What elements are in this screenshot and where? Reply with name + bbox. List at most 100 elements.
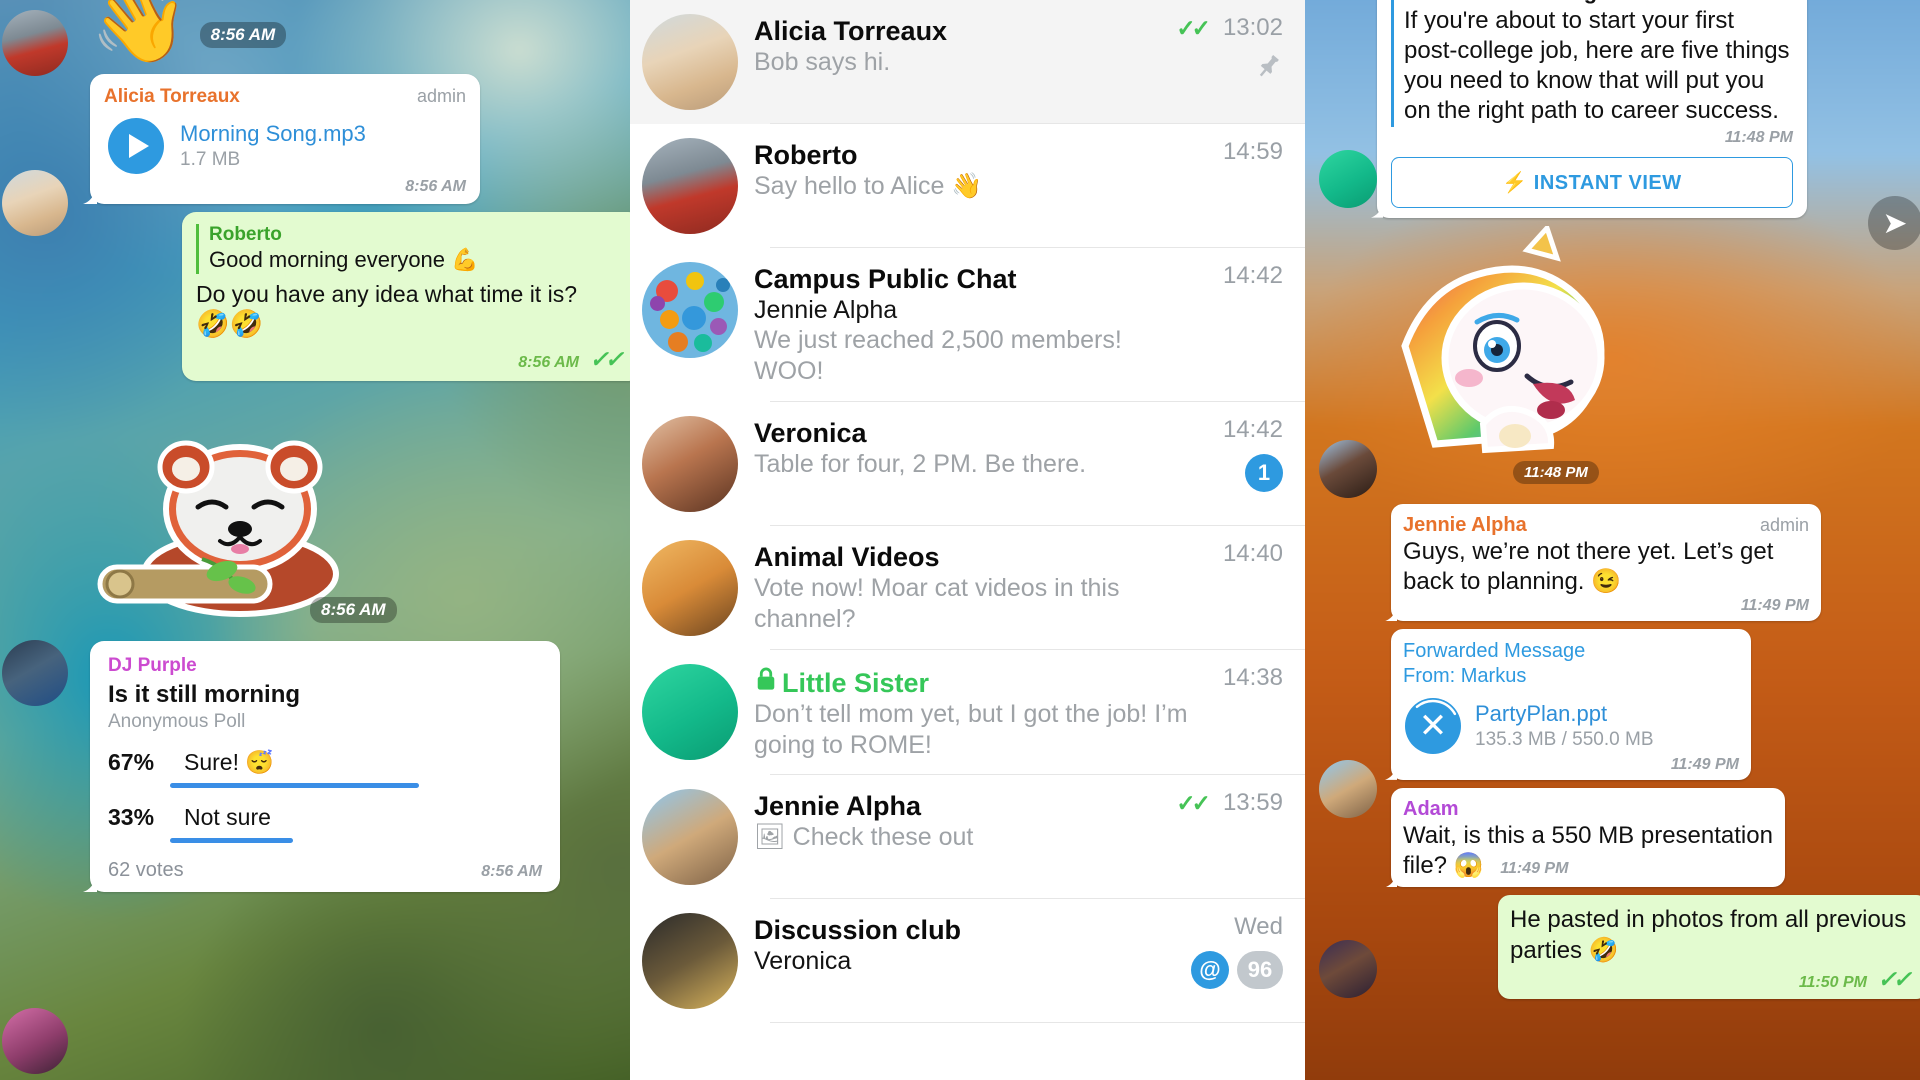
- chat-list-panel: Alicia Torreaux Bob says hi. ✓✓ 13:02 Ro…: [630, 0, 1305, 1080]
- chat-list-item-little-sister[interactable]: Little Sister Don’t tell mom yet, but I …: [630, 650, 1305, 775]
- message-sender-name: Adam: [1403, 797, 1459, 820]
- document-attachment[interactable]: ✕ PartyPlan.ppt 135.3 MB / 550.0 MB: [1405, 697, 1737, 754]
- message-bubble-outgoing[interactable]: He pasted in photos from all previous pa…: [1498, 895, 1920, 999]
- chat-preview: 🖼 Check these out: [754, 823, 974, 851]
- unicorn-sticker: [1401, 225, 1605, 453]
- chat-list-item-veronica[interactable]: Veronica Table for four, 2 PM. Be there.…: [630, 402, 1305, 526]
- article-preview[interactable]: Career On The Right Foot If you're about…: [1391, 0, 1793, 127]
- message-sender-name: Jennie Alpha: [1403, 513, 1527, 536]
- message-timestamp-with-ticks: 8:56 AM ✓✓: [518, 346, 624, 372]
- chat-list-item-discussion-club[interactable]: Discussion club Veronica Wed @ 96: [630, 899, 1305, 1023]
- chat-preview-sender: Jennie Alpha: [754, 296, 898, 324]
- right-chat-panel: Career On The Right Foot If you're about…: [1305, 0, 1920, 1080]
- message-instant-view-row: Career On The Right Foot If you're about…: [1377, 0, 1906, 218]
- poll-option-fill: [170, 838, 293, 843]
- forward-message-button[interactable]: ➤: [1868, 196, 1920, 250]
- avatar[interactable]: [642, 14, 738, 110]
- pin-icon: [1259, 55, 1279, 77]
- chat-time: 14:42: [1222, 262, 1283, 289]
- poll-option-percent: 33%: [108, 804, 155, 830]
- left-chat-panel: 👋 8:56 AM Alicia Torreaux admin Morning: [0, 0, 630, 1080]
- message-bubble-forwarded-doc[interactable]: Forwarded Message From: Markus ✕ PartyPl…: [1391, 629, 1751, 780]
- audio-attachment[interactable]: Morning Song.mp3 1.7 MB: [108, 118, 462, 174]
- mention-badge: @: [1191, 951, 1229, 989]
- play-icon[interactable]: [108, 118, 164, 174]
- chat-title: Little Sister: [782, 667, 930, 698]
- message-bubble-adam[interactable]: Adam Wait, is this a 550 MB presentation…: [1391, 787, 1785, 888]
- poll-option[interactable]: 33% Not sure: [108, 804, 542, 843]
- chat-list-item-campus-public-chat[interactable]: Campus Public Chat Jennie Alpha We just …: [630, 248, 1305, 402]
- avatar-adam[interactable]: [1319, 940, 1377, 998]
- poll-option-label: Not sure: [184, 804, 271, 830]
- reply-quote-text: Good morning everyone 💪: [209, 247, 479, 272]
- poll-option-track: [170, 838, 542, 843]
- telegram-triple-panel-screenshot: 👋 8:56 AM Alicia Torreaux admin Morning: [0, 0, 1920, 1080]
- avatar-roberto[interactable]: [2, 10, 68, 76]
- message-bubble-jennie[interactable]: Jennie Alpha admin Guys, we’re not there…: [1391, 503, 1821, 622]
- message-text-content: Wait, is this a 550 MB presentation file…: [1403, 821, 1773, 880]
- avatar-forwarder[interactable]: [1319, 760, 1377, 818]
- chat-list-item-alicia-torreaux[interactable]: Alicia Torreaux Bob says hi. ✓✓ 13:02: [630, 0, 1305, 124]
- message-text: Wait, is this a 550 MB presentation file…: [1403, 821, 1773, 881]
- avatar-jennie[interactable]: [1319, 150, 1377, 208]
- chat-time: 14:38: [1222, 663, 1283, 691]
- forwarded-from: From: Markus: [1403, 664, 1527, 687]
- unread-badge: 1: [1245, 453, 1283, 492]
- instant-view-button[interactable]: ⚡ INSTANT VIEW: [1391, 156, 1793, 208]
- chat-time: Wed: [1234, 913, 1283, 940]
- document-file-name[interactable]: PartyPlan.ppt: [1475, 701, 1654, 727]
- chat-time: 14:59: [1222, 138, 1283, 165]
- read-ticks-icon: ✓✓: [1176, 789, 1210, 816]
- avatar[interactable]: [642, 663, 738, 760]
- message-sticker-panda[interactable]: 8:56 AM: [90, 389, 612, 639]
- chat-list-item-jennie-alpha[interactable]: Jennie Alpha 🖼 Check these out ✓✓ 13:59: [630, 775, 1305, 899]
- avatar[interactable]: [642, 415, 738, 512]
- message-poll-row: DJ Purple Is it still morning Anonymous …: [90, 641, 612, 892]
- bubble-header: Alicia Torreaux admin: [104, 86, 466, 108]
- message-sender-name: DJ Purple: [108, 655, 197, 676]
- chat-preview: We just reached 2,500 members! WOO!: [754, 326, 1122, 386]
- article-body: If you're about to start your first post…: [1404, 6, 1790, 125]
- avatar-bottom[interactable]: [2, 1008, 68, 1074]
- message-audio-row: Alicia Torreaux admin Morning Song.mp3 1…: [2, 74, 612, 236]
- avatar[interactable]: [642, 262, 738, 358]
- message-sender-name: Alicia Torreaux: [104, 86, 240, 107]
- audio-file-name[interactable]: Morning Song.mp3: [180, 121, 366, 147]
- avatar[interactable]: [642, 539, 738, 636]
- message-timestamp: 8:56 AM: [405, 178, 466, 195]
- message-sticker-wave[interactable]: 👋 8:56 AM: [90, 0, 612, 62]
- chat-preview: Table for four, 2 PM. Be there.: [754, 449, 1087, 478]
- muted-unread-badge: 96: [1237, 951, 1283, 989]
- read-ticks-icon: ✓✓: [589, 346, 623, 372]
- poll-option[interactable]: 67% Sure! 😴: [108, 749, 542, 788]
- cancel-download-icon[interactable]: ✕: [1405, 697, 1461, 754]
- chat-preview: Vote now! Moar cat videos in this channe…: [754, 573, 1120, 633]
- message-bubble-outgoing[interactable]: Roberto Good morning everyone 💪 Do you h…: [182, 212, 630, 381]
- message-sticker-unicorn[interactable]: 11:48 PM: [1377, 225, 1906, 496]
- avatar-dj-purple[interactable]: [2, 640, 68, 706]
- avatar-afro[interactable]: [1319, 440, 1377, 498]
- avatar[interactable]: [642, 913, 738, 1009]
- chat-time: 13:02: [1222, 14, 1283, 41]
- message-timestamp: 11:48 PM: [1724, 128, 1793, 146]
- avatar[interactable]: [642, 789, 738, 885]
- chat-preview-sender: Veronica: [754, 947, 852, 975]
- message-row-adam: Adam Wait, is this a 550 MB presentation…: [1391, 787, 1906, 888]
- chat-preview: Bob says hi.: [754, 48, 891, 76]
- chat-preview: Don’t tell mom yet, but I got the job! I…: [754, 699, 1188, 759]
- poll-option-percent: 67%: [108, 749, 155, 775]
- chat-title: Animal Videos: [754, 541, 940, 572]
- chat-list-item-roberto[interactable]: Roberto Say hello to Alice 👋 14:59: [630, 124, 1305, 248]
- admin-badge: admin: [1759, 514, 1809, 535]
- message-bubble-instant-view[interactable]: Career On The Right Foot If you're about…: [1377, 0, 1807, 218]
- avatar[interactable]: [642, 138, 738, 234]
- reply-quote[interactable]: Roberto Good morning everyone 💪: [196, 224, 628, 274]
- message-row-jennie: Jennie Alpha admin Guys, we’re not there…: [1391, 503, 1906, 622]
- avatar-alicia[interactable]: [2, 170, 68, 236]
- poll-card[interactable]: DJ Purple Is it still morning Anonymous …: [90, 641, 560, 892]
- chat-preview: Say hello to Alice 👋: [754, 172, 983, 200]
- chat-list-item-animal-videos[interactable]: Animal Videos Vote now! Moar cat videos …: [630, 526, 1305, 650]
- poll-option-track: [170, 783, 542, 788]
- message-bubble-audio[interactable]: Alicia Torreaux admin Morning Song.mp3 1…: [90, 74, 480, 204]
- message-timestamp: 8:56 AM: [481, 863, 542, 880]
